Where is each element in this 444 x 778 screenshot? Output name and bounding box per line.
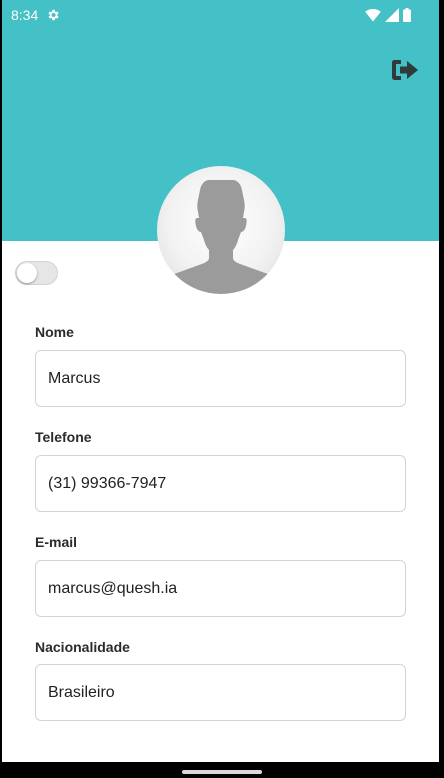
person-silhouette-icon: [161, 180, 281, 294]
signal-icon: [385, 8, 399, 22]
phone-input[interactable]: [36, 456, 405, 511]
phone-field-box: [35, 455, 406, 512]
email-field-box: [35, 560, 406, 617]
logout-icon[interactable]: [390, 56, 420, 84]
toggle-knob: [17, 263, 37, 283]
name-input[interactable]: [36, 351, 405, 406]
nationality-field-box: [35, 664, 406, 721]
status-time: 8:34: [11, 7, 39, 23]
gesture-nav-handle[interactable]: [182, 770, 262, 774]
wifi-icon: [365, 9, 381, 22]
profile-screen: 8:34 Nome Marcus Telefone (31) 99366-794…: [2, 0, 439, 762]
email-input[interactable]: [36, 561, 405, 616]
nationality-input[interactable]: [36, 665, 405, 720]
status-icons: [365, 8, 411, 22]
phone-label: Telefone: [35, 429, 92, 445]
name-field-box: [35, 350, 406, 407]
profile-toggle[interactable]: [15, 261, 58, 285]
nationality-label: Nacionalidade: [35, 639, 130, 655]
name-label: Nome: [35, 324, 74, 340]
avatar[interactable]: [157, 166, 285, 294]
battery-icon: [403, 8, 411, 22]
email-label: E-mail: [35, 534, 78, 550]
status-bar: 8:34: [2, 0, 439, 30]
gear-icon: [48, 9, 59, 21]
